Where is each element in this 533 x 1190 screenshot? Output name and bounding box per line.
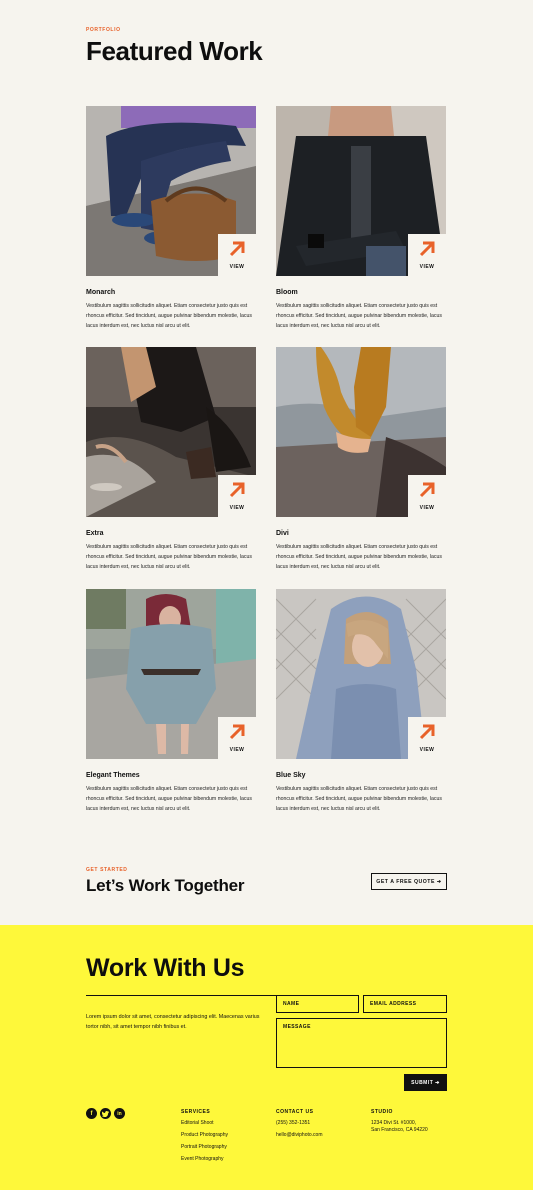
arrow-up-right-icon xyxy=(229,724,245,740)
card-description: Vestibulum sagittis sollicitudin aliquet… xyxy=(86,303,253,329)
view-label: VIEW xyxy=(419,747,435,753)
view-link[interactable]: VIEW xyxy=(218,234,256,276)
view-link[interactable]: VIEW xyxy=(408,475,446,517)
portfolio-card[interactable]: VIEW Elegant Themes Vestibulum sagittis … xyxy=(86,589,256,814)
portfolio-card[interactable]: VIEW Extra Vestibulum sagittis sollicitu… xyxy=(86,347,256,572)
view-label: VIEW xyxy=(229,264,245,270)
submit-button[interactable]: SUBMIT ➔ xyxy=(404,1074,447,1091)
card-title[interactable]: Bloom xyxy=(276,289,446,296)
contact-intro: Lorem ipsum dolor sit amet, consectetur … xyxy=(86,1014,260,1030)
view-link[interactable]: VIEW xyxy=(408,717,446,759)
portfolio-card[interactable]: VIEW Divi Vestibulum sagittis sollicitud… xyxy=(276,347,446,572)
linkedin-icon[interactable]: in xyxy=(114,1108,125,1119)
cta-title: Let’s Work Together xyxy=(86,876,245,895)
card-description: Vestibulum sagittis sollicitudin aliquet… xyxy=(276,544,443,570)
service-link[interactable]: Product Photography xyxy=(181,1132,228,1139)
portfolio-thumbnail[interactable]: VIEW xyxy=(276,589,446,759)
card-description: Vestibulum sagittis sollicitudin aliquet… xyxy=(276,303,443,329)
portfolio-card[interactable]: VIEW Blue Sky Vestibulum sagittis sollic… xyxy=(276,589,446,814)
card-description: Vestibulum sagittis sollicitudin aliquet… xyxy=(276,786,443,812)
portfolio-thumbnail[interactable]: VIEW xyxy=(276,106,446,276)
service-link[interactable]: Editorial Shoot xyxy=(181,1120,214,1127)
view-label: VIEW xyxy=(229,747,245,753)
view-label: VIEW xyxy=(229,505,245,511)
service-link[interactable]: Event Photography xyxy=(181,1156,224,1163)
arrow-up-right-icon xyxy=(419,241,435,257)
services-title: SERVICES xyxy=(181,1109,211,1115)
contact-footer: Work With Us Lorem ipsum dolor sit amet,… xyxy=(0,925,533,1190)
portfolio-section: PORTFOLIO Featured Work VIEW Monarch Ves… xyxy=(0,0,533,925)
card-title[interactable]: Extra xyxy=(86,530,256,537)
arrow-up-right-icon xyxy=(419,482,435,498)
name-input[interactable]: NAME xyxy=(276,995,359,1013)
arrow-up-right-icon xyxy=(419,724,435,740)
twitter-bird-icon xyxy=(102,1110,109,1117)
studio-address-line1: 1234 Divi St. #1000, xyxy=(371,1120,417,1126)
phone-link[interactable]: (255) 352-1351 xyxy=(276,1120,310,1127)
portfolio-thumbnail[interactable]: VIEW xyxy=(86,589,256,759)
view-label: VIEW xyxy=(419,505,435,511)
portfolio-card[interactable]: VIEW Monarch Vestibulum sagittis sollici… xyxy=(86,106,256,331)
card-title[interactable]: Blue Sky xyxy=(276,772,446,779)
message-textarea[interactable]: MESSAGE xyxy=(276,1018,447,1068)
card-description: Vestibulum sagittis sollicitudin aliquet… xyxy=(86,786,253,812)
portfolio-thumbnail[interactable]: VIEW xyxy=(276,347,446,517)
arrow-up-right-icon xyxy=(229,241,245,257)
get-quote-button[interactable]: GET A FREE QUOTE ➔ xyxy=(371,873,447,890)
view-link[interactable]: VIEW xyxy=(218,717,256,759)
contact-us-title: CONTACT US xyxy=(276,1109,314,1115)
portfolio-card[interactable]: VIEW Bloom Vestibulum sagittis sollicitu… xyxy=(276,106,446,331)
divider xyxy=(86,995,276,996)
email-input[interactable]: EMAIL ADDRESS xyxy=(363,995,447,1013)
studio-address-line2: San Francisco, CA 94220 xyxy=(371,1127,428,1133)
portfolio-thumbnail[interactable]: VIEW xyxy=(86,106,256,276)
studio-title: STUDIO xyxy=(371,1109,393,1115)
card-title[interactable]: Divi xyxy=(276,530,446,537)
card-title[interactable]: Monarch xyxy=(86,289,256,296)
portfolio-eyebrow: PORTFOLIO xyxy=(86,27,121,33)
arrow-up-right-icon xyxy=(229,482,245,498)
portfolio-thumbnail[interactable]: VIEW xyxy=(86,347,256,517)
card-description: Vestibulum sagittis sollicitudin aliquet… xyxy=(86,544,253,570)
email-link[interactable]: hello@diviphoto.com xyxy=(276,1132,323,1139)
facebook-icon[interactable]: f xyxy=(86,1108,97,1119)
card-title[interactable]: Elegant Themes xyxy=(86,772,256,779)
view-label: VIEW xyxy=(419,264,435,270)
view-link[interactable]: VIEW xyxy=(408,234,446,276)
page-title: Featured Work xyxy=(86,36,263,66)
service-link[interactable]: Portrait Photography xyxy=(181,1144,227,1151)
twitter-icon[interactable] xyxy=(100,1108,111,1119)
contact-title: Work With Us xyxy=(86,954,245,982)
view-link[interactable]: VIEW xyxy=(218,475,256,517)
cta-eyebrow: GET STARTED xyxy=(86,867,128,873)
